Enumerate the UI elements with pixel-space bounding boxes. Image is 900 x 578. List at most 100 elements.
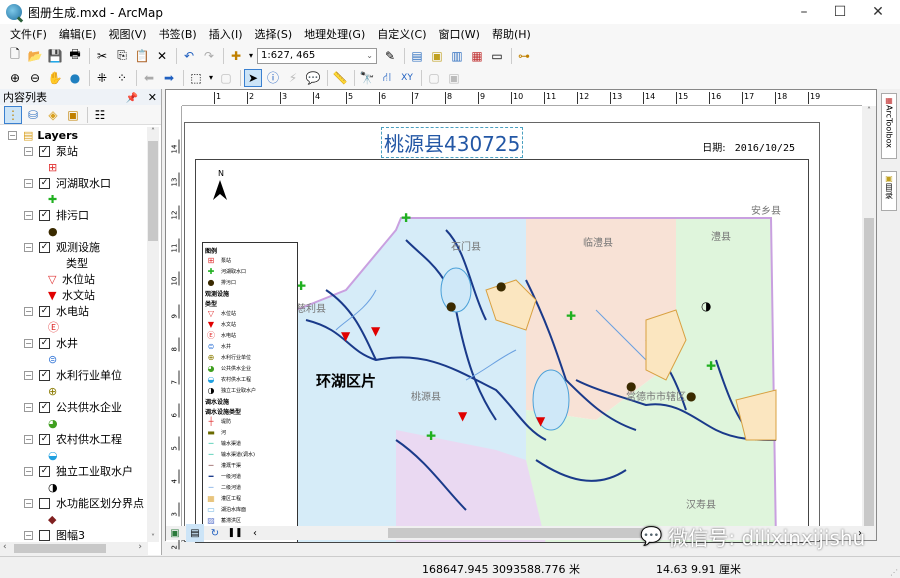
python-window-icon[interactable]: ▭ <box>488 47 506 65</box>
scroll-right-icon[interactable]: › <box>138 542 142 552</box>
toc-layer[interactable]: − ✓ 水电站 <box>0 303 148 319</box>
fixed-zoom-out-icon[interactable]: ⁘ <box>113 69 131 87</box>
layout-view[interactable]: 1 2 3 4 5 6 7 8 9 10 11 12 13 14 15 16 17 18 19 14 13 12 11 10… <box>165 89 877 550</box>
close-button[interactable]: ✕ <box>860 0 896 24</box>
layer-visibility-checkbox[interactable]: ✓ <box>39 401 50 413</box>
toc-layer[interactable]: − ✓ 河湖取水口 <box>0 175 148 191</box>
layer-visibility-checkbox[interactable] <box>39 529 50 541</box>
zoom-out-icon[interactable]: ⊖ <box>26 69 44 87</box>
toc-vertical-scrollbar[interactable]: ˄ ˅ <box>147 127 159 542</box>
toc-hscroll-thumb[interactable] <box>14 544 106 553</box>
data-frame[interactable]: ✚ ✚ ✚ ✚ ✚ ● ● ● ● ▼ ▼ ▼ ▼ ◑ 安乡县 澧县 临澧县 石… <box>195 159 809 543</box>
time-slider-icon[interactable]: ▢ <box>425 69 443 87</box>
undo-icon[interactable]: ↶ <box>180 47 198 65</box>
toc-horizontal-scrollbar[interactable]: ‹ › <box>0 542 148 555</box>
list-by-visibility-icon[interactable]: ◈ <box>44 106 62 124</box>
paste-icon[interactable]: 📋 <box>133 47 151 65</box>
collapse-icon[interactable]: − <box>24 402 33 412</box>
new-icon[interactable]: 🗋 <box>6 47 24 65</box>
hyperlink-icon[interactable]: ⚡ <box>284 69 302 87</box>
maximize-button[interactable]: ☐ <box>822 0 858 24</box>
add-data-icon[interactable]: ✚ <box>227 47 245 65</box>
editor-toolbar-icon[interactable]: ✎ <box>381 47 399 65</box>
minimize-button[interactable]: – <box>786 0 822 24</box>
pause-drawing-icon[interactable]: ❚❚ <box>226 524 244 542</box>
modelbuilder-icon[interactable]: ⊶ <box>515 47 533 65</box>
collapse-icon[interactable]: − <box>24 242 33 252</box>
scroll-up-icon[interactable]: ˄ <box>862 106 876 115</box>
layer-visibility-checkbox[interactable]: ✓ <box>39 337 50 349</box>
cut-icon[interactable]: ✂ <box>93 47 111 65</box>
back-extent-icon[interactable]: ⬅ <box>140 69 158 87</box>
layer-visibility-checkbox[interactable]: ✓ <box>39 177 50 189</box>
collapse-icon[interactable]: − <box>24 530 33 540</box>
collapse-icon[interactable]: − <box>24 146 33 156</box>
toc-layer[interactable]: − ✓ 观测设施 <box>0 239 148 255</box>
collapse-icon[interactable]: − <box>24 498 33 508</box>
menu-insert[interactable]: 插入(I) <box>209 26 243 42</box>
menu-file[interactable]: 文件(F) <box>10 26 47 42</box>
map-scale-combobox[interactable]: 1:627, 465 ⌄ <box>257 47 377 64</box>
find-route-icon[interactable]: ⛙ <box>378 69 396 87</box>
toc-layer[interactable]: − ✓ 农村供水工程 <box>0 431 148 447</box>
toc-layer[interactable]: − ✓ 水利行业单位 <box>0 367 148 383</box>
zoom-in-icon[interactable]: ⊕ <box>6 69 24 87</box>
layer-visibility-checkbox[interactable]: ✓ <box>39 241 50 253</box>
map-title-text[interactable]: 桃源县430725 <box>381 127 524 158</box>
full-extent-icon[interactable]: ● <box>66 69 84 87</box>
layout-view-button[interactable]: ▤ <box>186 524 204 542</box>
layer-visibility-checkbox[interactable] <box>39 497 50 509</box>
toc-layer[interactable]: − ✓ 独立工业取水户 <box>0 463 148 479</box>
select-dropdown-icon[interactable]: ▾ <box>207 69 215 87</box>
layer-visibility-checkbox[interactable]: ✓ <box>39 369 50 381</box>
menu-edit[interactable]: 编辑(E) <box>59 26 97 42</box>
collapse-icon[interactable]: − <box>8 130 17 140</box>
pan-icon[interactable]: ✋ <box>46 69 64 87</box>
open-icon[interactable]: 📂 <box>26 47 44 65</box>
toc-layer[interactable]: − 图幅3 <box>0 527 148 542</box>
map-legend[interactable]: 图例 ⊞ 泵站 ✚ 河湖取水口 ● 排污口 观测设施 类型 ▽ 水位站 ▼ 水文站 Ⓔ 水电站 ⊜ 水井 ⊕ 水利行… <box>202 242 298 542</box>
html-popup-icon[interactable]: 💬 <box>304 69 322 87</box>
toc-layer[interactable]: − ✓ 泵站 <box>0 143 148 159</box>
search-window-icon[interactable]: ▥ <box>448 47 466 65</box>
layer-visibility-checkbox[interactable]: ✓ <box>39 433 50 445</box>
arctoolbox-icon[interactable]: ▦ <box>468 47 486 65</box>
fixed-zoom-in-icon[interactable]: ⁜ <box>93 69 111 87</box>
menu-customize[interactable]: 自定义(C) <box>377 26 426 42</box>
layer-visibility-checkbox[interactable]: ✓ <box>39 145 50 157</box>
collapse-icon[interactable]: − <box>24 306 33 316</box>
menu-help[interactable]: 帮助(H) <box>492 26 531 42</box>
scroll-up-icon[interactable]: ˄ <box>147 127 159 136</box>
toc-layer[interactable]: − ✓ 公共供水企业 <box>0 399 148 415</box>
select-elements-icon[interactable]: ➤ <box>244 68 262 87</box>
toc-layer[interactable]: − ✓ 水井 <box>0 335 148 351</box>
resize-grip-icon[interactable]: ⋰ <box>890 568 898 577</box>
list-by-source-icon[interactable]: ⛁ <box>24 106 42 124</box>
scroll-down-icon[interactable]: ˅ <box>147 533 159 542</box>
scroll-left-icon[interactable]: ‹ <box>246 524 264 542</box>
collapse-icon[interactable]: − <box>24 338 33 348</box>
toc-close-icon[interactable]: ✕ <box>148 91 157 104</box>
catalog-tab[interactable]: ▣ 目录 <box>881 171 897 211</box>
identify-icon[interactable]: ⓘ <box>264 69 282 87</box>
scroll-left-icon[interactable]: ‹ <box>3 542 7 552</box>
layout-vertical-scrollbar[interactable]: ˄ <box>862 106 876 538</box>
menu-selection[interactable]: 选择(S) <box>255 26 293 42</box>
copy-icon[interactable]: ⎘ <box>113 47 131 65</box>
chevron-down-icon[interactable]: ⌄ <box>366 51 373 60</box>
collapse-icon[interactable]: − <box>24 210 33 220</box>
options-icon[interactable]: ☷ <box>91 106 109 124</box>
menu-bookmarks[interactable]: 书签(B) <box>159 26 197 42</box>
layer-visibility-checkbox[interactable]: ✓ <box>39 305 50 317</box>
menu-windows[interactable]: 窗口(W) <box>439 26 480 42</box>
collapse-icon[interactable]: − <box>24 434 33 444</box>
layers-root[interactable]: − ▤ Layers <box>0 127 148 143</box>
list-by-drawing-order-icon[interactable]: ⋮ <box>4 105 22 124</box>
collapse-icon[interactable]: − <box>24 178 33 188</box>
refresh-view-icon[interactable]: ↻ <box>206 524 224 542</box>
create-viewer-icon[interactable]: ▣ <box>445 69 463 87</box>
layer-visibility-checkbox[interactable]: ✓ <box>39 209 50 221</box>
redo-icon[interactable]: ↷ <box>200 47 218 65</box>
layout-scroll-thumb[interactable] <box>864 218 874 538</box>
list-by-selection-icon[interactable]: ▣ <box>64 106 82 124</box>
